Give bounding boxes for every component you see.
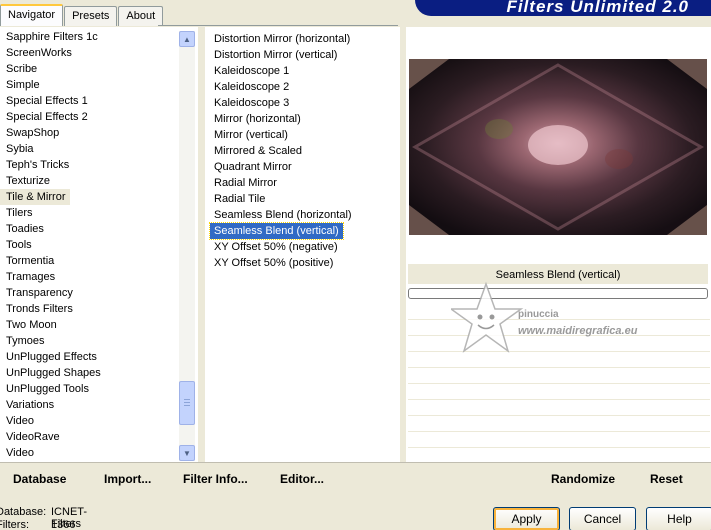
category-item[interactable]: Tools bbox=[0, 237, 178, 253]
category-scrollbar[interactable]: ▲ ▼ bbox=[179, 31, 195, 461]
scroll-thumb[interactable] bbox=[179, 381, 195, 425]
watermark-name: pinuccia bbox=[518, 309, 559, 320]
tab-divider bbox=[158, 25, 398, 26]
reset-button[interactable]: Reset bbox=[650, 472, 683, 486]
cancel-button[interactable]: Cancel bbox=[569, 507, 636, 530]
category-item[interactable]: Teph's Tricks bbox=[0, 157, 178, 173]
category-item[interactable]: Sapphire Filters 1c bbox=[0, 29, 178, 45]
bottom-toolbar: Database Import... Filter Info... Editor… bbox=[0, 462, 711, 494]
category-item[interactable]: Tile & Mirror bbox=[0, 189, 71, 205]
database-label: Database: bbox=[0, 506, 47, 518]
tab-presets[interactable]: Presets bbox=[64, 6, 118, 26]
category-item[interactable]: UnPlugged Tools bbox=[0, 381, 178, 397]
filters-count: 1366 bbox=[51, 519, 76, 530]
scroll-down-button[interactable]: ▼ bbox=[179, 445, 195, 461]
category-item[interactable]: Tronds Filters bbox=[0, 301, 178, 317]
filter-list[interactable]: Distortion Mirror (horizontal) Distortion… bbox=[209, 31, 405, 461]
category-item[interactable]: Tilers bbox=[0, 205, 178, 221]
filter-info-button[interactable]: Filter Info... bbox=[183, 472, 248, 486]
status-area: Database: ICNET-Filters Filters: 1366 bbox=[0, 496, 490, 530]
editor-button[interactable]: Editor... bbox=[280, 472, 324, 486]
category-list[interactable]: Sapphire Filters 1c ScreenWorks Scribe Simp… bbox=[0, 29, 178, 461]
filter-item[interactable]: Kaleidoscope 3 bbox=[210, 95, 405, 111]
filter-item[interactable]: Seamless Blend (vertical) bbox=[209, 222, 344, 240]
help-button[interactable]: Help bbox=[646, 507, 711, 530]
category-item[interactable]: Special Effects 2 bbox=[0, 109, 178, 125]
filter-item[interactable]: XY Offset 50% (positive) bbox=[210, 255, 405, 271]
filter-item[interactable]: Distortion Mirror (horizontal) bbox=[210, 31, 405, 47]
category-item[interactable]: Scribe bbox=[0, 61, 178, 77]
category-item[interactable]: Two Moon bbox=[0, 317, 178, 333]
filter-item[interactable]: Mirrored & Scaled bbox=[210, 143, 405, 159]
category-item[interactable]: ScreenWorks bbox=[0, 45, 178, 61]
watermark: pinuccia www.maidiregrafica.eu bbox=[448, 279, 671, 359]
chevron-up-icon: ▲ bbox=[183, 34, 191, 44]
tab-about[interactable]: About bbox=[118, 6, 164, 26]
database-button[interactable]: Database bbox=[13, 472, 66, 486]
preview-image-graphic bbox=[409, 59, 707, 235]
category-item[interactable]: Transparency bbox=[0, 285, 178, 301]
category-item[interactable]: UnPlugged Shapes bbox=[0, 365, 178, 381]
column-divider bbox=[198, 27, 205, 462]
category-item[interactable]: Simple bbox=[0, 77, 178, 93]
preview-image bbox=[409, 59, 707, 235]
filter-item[interactable]: XY Offset 50% (negative) bbox=[210, 239, 405, 255]
filter-item[interactable]: Mirror (horizontal) bbox=[210, 111, 405, 127]
filter-item[interactable]: Distortion Mirror (vertical) bbox=[210, 47, 405, 63]
category-item[interactable]: Special Effects 1 bbox=[0, 93, 178, 109]
randomize-button[interactable]: Randomize bbox=[551, 472, 615, 486]
category-item[interactable]: Texturize bbox=[0, 173, 178, 189]
preview-area: Seamless Blend (vertical) pinuccia www.m… bbox=[406, 27, 711, 462]
apply-button[interactable]: Apply bbox=[493, 507, 560, 530]
category-item[interactable]: Variations bbox=[0, 397, 178, 413]
filter-item[interactable]: Quadrant Mirror bbox=[210, 159, 405, 175]
tab-strip: Navigator Presets About bbox=[0, 4, 164, 26]
category-item[interactable]: Sybia bbox=[0, 141, 178, 157]
banner-title: Filters Unlimited 2.0 bbox=[506, 0, 689, 16]
category-item[interactable]: Video bbox=[0, 413, 178, 429]
category-item[interactable]: Tramages bbox=[0, 269, 178, 285]
category-item[interactable]: VideoRave bbox=[0, 429, 178, 445]
category-item[interactable]: Tymoes bbox=[0, 333, 178, 349]
filter-item[interactable]: Kaleidoscope 1 bbox=[210, 63, 405, 79]
filter-item[interactable]: Kaleidoscope 2 bbox=[210, 79, 405, 95]
category-item[interactable]: Toadies bbox=[0, 221, 178, 237]
import-button[interactable]: Import... bbox=[104, 472, 151, 486]
category-item[interactable]: SwapShop bbox=[0, 125, 178, 141]
filters-label: Filters: bbox=[0, 519, 29, 530]
filter-item[interactable]: Radial Mirror bbox=[210, 175, 405, 191]
filter-item[interactable]: Radial Tile bbox=[210, 191, 405, 207]
filter-item[interactable]: Mirror (vertical) bbox=[210, 127, 405, 143]
tab-navigator[interactable]: Navigator bbox=[0, 4, 64, 26]
category-item[interactable]: Video bbox=[0, 445, 178, 461]
title-banner: Filters Unlimited 2.0 bbox=[415, 0, 711, 16]
category-item[interactable]: Tormentia bbox=[0, 253, 178, 269]
navigator-panel: Sapphire Filters 1c ScreenWorks Scribe Simp… bbox=[0, 27, 711, 462]
chevron-down-icon: ▼ bbox=[183, 448, 191, 458]
category-item[interactable]: UnPlugged Effects bbox=[0, 349, 178, 365]
scroll-up-button[interactable]: ▲ bbox=[179, 31, 195, 47]
watermark-url: www.maidiregrafica.eu bbox=[518, 325, 638, 337]
filter-item[interactable]: Seamless Blend (horizontal) bbox=[210, 207, 405, 223]
